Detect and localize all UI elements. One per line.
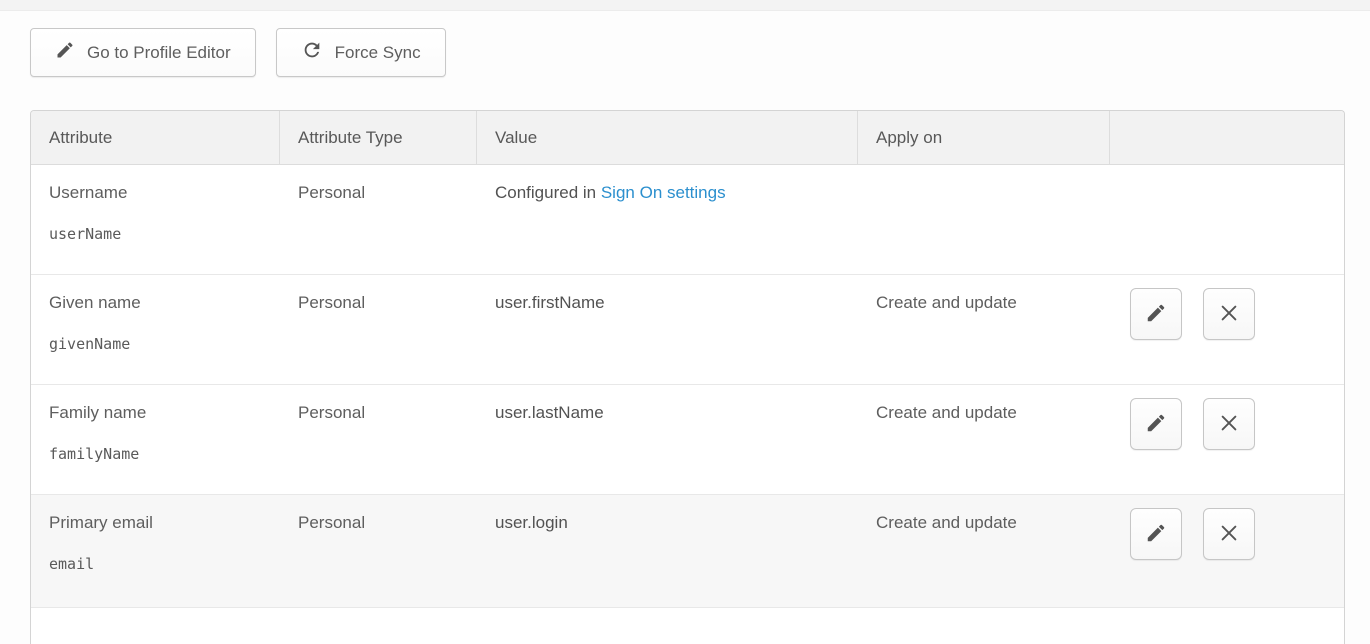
edit-attribute-button[interactable] bbox=[1130, 398, 1182, 450]
attribute-type-cell: Personal bbox=[280, 385, 477, 494]
table-row: Primary email email Personal user.login … bbox=[31, 495, 1344, 608]
close-icon bbox=[1218, 522, 1240, 547]
value-cell: user.firstName bbox=[477, 275, 858, 384]
delete-attribute-button[interactable] bbox=[1203, 288, 1255, 340]
apply-on-cell: Create and update bbox=[858, 275, 1110, 384]
column-header-actions bbox=[1110, 111, 1344, 164]
pencil-icon bbox=[1145, 412, 1167, 437]
value-cell: user.lastName bbox=[477, 385, 858, 494]
value-prefix-text: Configured in bbox=[495, 183, 601, 202]
value-cell: Configured in Sign On settings bbox=[477, 165, 858, 274]
table-body: Username userName Personal Configured in… bbox=[31, 165, 1344, 608]
attribute-variable-name: userName bbox=[49, 225, 270, 243]
pencil-icon bbox=[1145, 302, 1167, 327]
attribute-variable-name: givenName bbox=[49, 335, 270, 353]
table-header-row: Attribute Attribute Type Value Apply on bbox=[31, 111, 1344, 165]
actions-cell bbox=[1110, 275, 1344, 384]
table-row: Username userName Personal Configured in… bbox=[31, 165, 1344, 275]
delete-attribute-button[interactable] bbox=[1203, 508, 1255, 560]
pencil-icon bbox=[55, 40, 75, 65]
apply-on-cell: Create and update bbox=[858, 385, 1110, 494]
value-cell: user.login bbox=[477, 495, 858, 607]
attribute-mapping-table: Attribute Attribute Type Value Apply on … bbox=[30, 110, 1345, 644]
toolbar: Go to Profile Editor Force Sync bbox=[30, 28, 1370, 77]
sign-on-settings-link[interactable]: Sign On settings bbox=[601, 183, 726, 202]
actions-cell bbox=[1110, 495, 1344, 607]
close-icon bbox=[1218, 412, 1240, 437]
table-row: Family name familyName Personal user.las… bbox=[31, 385, 1344, 495]
attribute-type-cell: Personal bbox=[280, 275, 477, 384]
attribute-label: Primary email bbox=[49, 513, 270, 533]
apply-on-cell bbox=[858, 165, 1110, 274]
actions-cell bbox=[1110, 385, 1344, 494]
column-header-value: Value bbox=[477, 111, 858, 164]
table-row: Given name givenName Personal user.first… bbox=[31, 275, 1344, 385]
attribute-variable-name: familyName bbox=[49, 445, 270, 463]
attribute-type-cell: Personal bbox=[280, 495, 477, 607]
attribute-cell: Primary email email bbox=[31, 495, 280, 607]
force-sync-label: Force Sync bbox=[335, 43, 421, 63]
attribute-cell: Username userName bbox=[31, 165, 280, 274]
column-header-apply-on: Apply on bbox=[858, 111, 1110, 164]
attribute-type-cell: Personal bbox=[280, 165, 477, 274]
close-icon bbox=[1218, 302, 1240, 327]
pencil-icon bbox=[1145, 522, 1167, 547]
attribute-cell: Given name givenName bbox=[31, 275, 280, 384]
delete-attribute-button[interactable] bbox=[1203, 398, 1255, 450]
apply-on-cell: Create and update bbox=[858, 495, 1110, 607]
force-sync-button[interactable]: Force Sync bbox=[276, 28, 446, 77]
go-to-profile-editor-button[interactable]: Go to Profile Editor bbox=[30, 28, 256, 77]
top-divider-strip bbox=[0, 0, 1370, 11]
column-header-attribute-type: Attribute Type bbox=[280, 111, 477, 164]
attribute-variable-name: email bbox=[49, 555, 270, 573]
attribute-cell: Family name familyName bbox=[31, 385, 280, 494]
column-header-attribute: Attribute bbox=[31, 111, 280, 164]
go-to-profile-editor-label: Go to Profile Editor bbox=[87, 43, 231, 63]
empty-partial-row bbox=[31, 608, 1344, 644]
attribute-label: Username bbox=[49, 183, 270, 203]
edit-attribute-button[interactable] bbox=[1130, 288, 1182, 340]
edit-attribute-button[interactable] bbox=[1130, 508, 1182, 560]
attribute-label: Family name bbox=[49, 403, 270, 423]
attribute-label: Given name bbox=[49, 293, 270, 313]
refresh-icon bbox=[301, 39, 323, 66]
